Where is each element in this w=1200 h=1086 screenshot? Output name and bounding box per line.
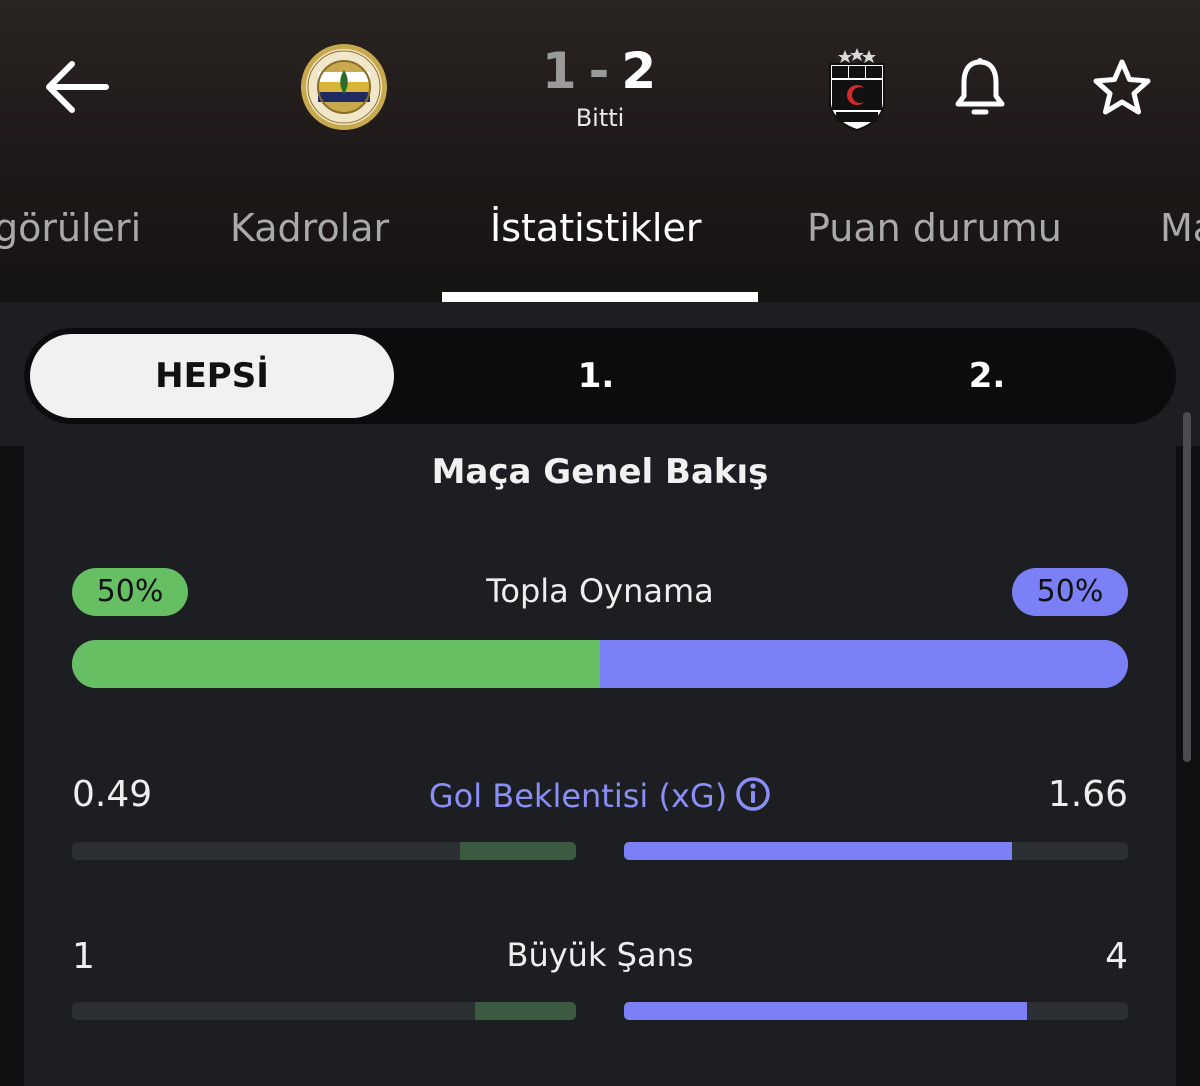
big-chances-label: Büyük Şans [506, 936, 694, 974]
active-tab-indicator [442, 292, 758, 302]
info-icon[interactable] [735, 776, 771, 812]
home-big-chances-fill [475, 1002, 576, 1020]
back-button[interactable] [40, 50, 114, 124]
match-status: Bitti [575, 104, 625, 132]
home-team-crest[interactable] [299, 42, 389, 132]
home-xg-value: 0.49 [72, 774, 153, 815]
away-big-chances-track [624, 1002, 1128, 1020]
period-all-button[interactable]: HEPSİ [30, 334, 394, 418]
tab-insights[interactable]: görüleri [0, 206, 141, 250]
possession-away-segment [600, 640, 1128, 688]
tab-statistics[interactable]: İstatistikler [490, 206, 701, 250]
possession-bar [72, 640, 1128, 688]
overview-title: Maça Genel Bakış [431, 452, 769, 492]
period-first-half-button[interactable]: 1. [414, 334, 778, 418]
match-header: 1-2 Bitti görüleri Kadrolar İstatistikle… [0, 0, 1200, 302]
xg-label[interactable]: Gol Beklentisi (xG) [429, 777, 727, 815]
away-xg-fill [624, 842, 1013, 860]
match-tabs: görüleri Kadrolar İstatistikler Puan dur… [0, 190, 1200, 302]
possession-home-segment [72, 640, 600, 688]
period-filter: HEPSİ 1. 2. [24, 328, 1176, 424]
home-big-chances-track [72, 1002, 576, 1020]
fenerbahce-crest-icon [301, 44, 387, 130]
tab-standings[interactable]: Puan durumu [807, 206, 1062, 250]
besiktas-crest-icon [829, 48, 885, 132]
tab-lineups[interactable]: Kadrolar [230, 206, 389, 250]
home-xg-fill [460, 842, 576, 860]
star-icon [1093, 59, 1151, 115]
away-big-chances-value: 4 [1105, 936, 1128, 977]
notification-button[interactable] [950, 56, 1010, 122]
match-overview-card: Maça Genel Bakış 50% Topla Oynama 50% 0.… [24, 446, 1176, 1086]
away-xg-value: 1.66 [1047, 774, 1128, 815]
scrollbar[interactable] [1183, 412, 1191, 762]
favorite-button[interactable] [1090, 56, 1154, 120]
scoreline: 1-2 [450, 40, 750, 102]
away-xg-track [624, 842, 1128, 860]
away-score: 2 [621, 42, 659, 100]
home-possession-badge: 50% [72, 568, 188, 616]
away-team-crest[interactable] [812, 42, 902, 132]
period-second-half-button[interactable]: 2. [802, 334, 1172, 418]
period-filter-band: HEPSİ 1. 2. [0, 302, 1200, 446]
possession-label: Topla Oynama [486, 572, 714, 610]
home-score: 1 [541, 42, 579, 100]
arrow-left-icon [46, 61, 109, 113]
home-xg-track [72, 842, 576, 860]
home-big-chances-value: 1 [72, 936, 95, 977]
score-separator: - [588, 42, 612, 100]
xg-stat-heading: Gol Beklentisi (xG) [224, 776, 976, 815]
tab-matches[interactable]: Ma [1160, 206, 1200, 250]
away-big-chances-fill [624, 1002, 1028, 1020]
bell-icon [955, 58, 1005, 115]
away-possession-badge: 50% [1012, 568, 1128, 616]
